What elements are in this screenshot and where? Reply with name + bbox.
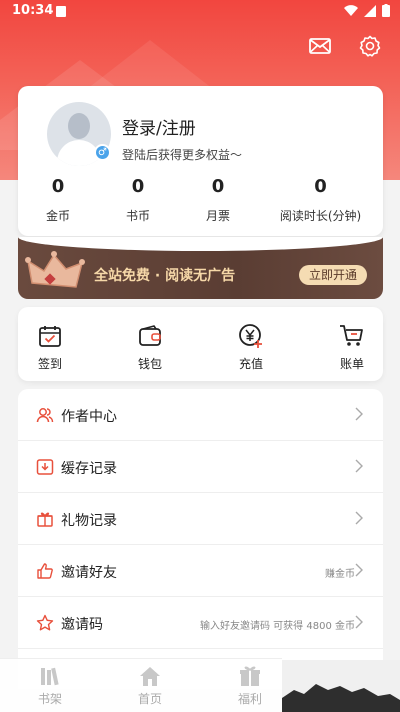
notification-icon <box>56 6 66 17</box>
quick-action-label: 充值 <box>238 357 263 371</box>
chevron-right-icon <box>355 459 363 473</box>
tab-label: 书架 <box>37 692 62 706</box>
crown-icon <box>25 251 85 288</box>
tab-label: 首页 <box>137 692 162 706</box>
profile-card: ♂ 登录/注册 登陆后获得更多权益～ 0 金币 0 书币 0 月票 0 阅读时长… <box>18 86 383 236</box>
menu-item-label: 作者中心 <box>61 409 117 425</box>
login-subtitle: 登陆后获得更多权益～ <box>122 148 243 162</box>
tab-bookshelf[interactable]: 书架 <box>25 665 75 707</box>
stats-row: 0 金币 0 书币 0 月票 0 阅读时长(分钟) <box>18 176 383 224</box>
chevron-right-icon <box>355 511 363 525</box>
vip-banner[interactable]: 全站免费 · 阅读无广告 立即开通 <box>18 237 383 299</box>
cart-icon <box>340 325 363 346</box>
home-icon <box>140 667 160 686</box>
yuan-plus-icon <box>239 324 262 348</box>
activate-now-button[interactable]: 立即开通 <box>299 265 367 285</box>
bookshelf-icon <box>41 667 59 686</box>
thumbs-up-icon <box>37 563 53 579</box>
status-bar: 10:34 <box>0 0 400 24</box>
quick-action-wallet[interactable]: 钱包 <box>120 323 180 372</box>
stat-label: 书币 <box>125 209 150 223</box>
quick-action-recharge[interactable]: 充值 <box>221 323 281 372</box>
landscape-thumbnail <box>282 660 400 712</box>
stat-monthly-tickets[interactable]: 0 月票 <box>178 176 258 224</box>
stat-label: 阅读时长(分钟) <box>279 209 362 223</box>
stat-value: 0 <box>314 176 327 197</box>
star-icon <box>36 614 54 631</box>
stat-value: 0 <box>131 176 145 197</box>
quick-action-bills[interactable]: 账单 <box>322 323 382 372</box>
stat-book-coins[interactable]: 0 书币 <box>98 176 178 224</box>
chevron-right-icon <box>355 407 363 421</box>
male-icon: ♂ <box>94 144 111 161</box>
quick-action-label: 签到 <box>37 357 62 371</box>
quick-action-label: 钱包 <box>137 357 162 371</box>
stat-value: 0 <box>211 176 225 197</box>
stat-coins[interactable]: 0 金币 <box>18 176 98 224</box>
tab-label: 福利 <box>237 692 262 706</box>
chevron-right-icon <box>355 615 363 629</box>
floating-preview-thumbnail[interactable] <box>282 660 400 712</box>
calendar-check-icon <box>39 326 61 347</box>
menu-item-hint: 赚金币 <box>325 569 355 580</box>
menu-item-cache-records[interactable]: 缓存记录 <box>18 441 383 493</box>
menu-item-author-center[interactable]: 作者中心 <box>18 389 383 441</box>
menu-item-invite-code[interactable]: 邀请码 输入好友邀请码 可获得 4800 金币 <box>18 597 383 649</box>
battery-icon <box>382 4 390 17</box>
menu-item-hint: 输入好友邀请码 可获得 4800 金币 <box>200 621 355 632</box>
mail-icon[interactable] <box>308 34 332 58</box>
menu-item-gift-records[interactable]: 礼物记录 <box>18 493 383 545</box>
menu-item-label: 礼物记录 <box>61 513 117 529</box>
wifi-icon <box>344 4 358 16</box>
gift-icon <box>37 512 53 527</box>
stat-label: 月票 <box>205 209 230 223</box>
users-icon <box>36 408 54 423</box>
signal-icon <box>364 4 376 17</box>
wallet-icon <box>139 325 161 346</box>
stat-reading-time[interactable]: 0 阅读时长(分钟) <box>258 176 383 224</box>
quick-action-label: 账单 <box>339 357 364 371</box>
menu-item-label: 邀请好友 <box>61 565 117 581</box>
stat-label: 金币 <box>45 209 70 223</box>
stat-value: 0 <box>51 176 65 197</box>
menu-item-label: 邀请码 <box>61 617 103 633</box>
chevron-right-icon <box>355 563 363 577</box>
quick-actions: 签到 钱包 充值 账单 <box>18 307 383 381</box>
bottom-tab-bar: 书架 首页 福利 <box>0 658 282 712</box>
menu-item-label: 缓存记录 <box>61 461 117 477</box>
menu-item-invite-friends[interactable]: 邀请好友 赚金币 <box>18 545 383 597</box>
login-register-link[interactable]: 登录/注册 <box>122 114 196 139</box>
avatar-head <box>68 113 90 139</box>
quick-action-checkin[interactable]: 签到 <box>20 323 80 372</box>
download-icon <box>36 459 54 475</box>
tab-welfare[interactable]: 福利 <box>225 665 275 707</box>
menu-list: 作者中心 缓存记录 礼物记录 邀请好友 赚金币 邀请码 输入好友邀请码 可获得 … <box>18 389 383 689</box>
status-time: 10:34 <box>12 3 54 18</box>
tab-home[interactable]: 首页 <box>125 665 175 707</box>
vip-banner-text: 全站免费 · 阅读无广告 <box>94 268 236 284</box>
gift-icon <box>240 666 260 686</box>
gear-icon[interactable] <box>358 34 382 58</box>
